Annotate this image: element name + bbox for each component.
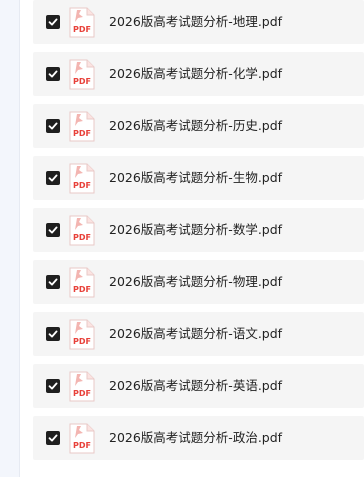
svg-text:PDF: PDF [73,389,91,398]
pdf-icon: PDF [69,59,95,90]
file-row[interactable]: PDF 2026版高考试题分析-历史.pdf [33,104,364,148]
file-checkbox[interactable] [46,431,60,445]
sidebar-edge [0,0,20,477]
file-row[interactable]: PDF 2026版高考试题分析-化学.pdf [33,52,364,96]
file-row[interactable]: PDF 2026版高考试题分析-语文.pdf [33,312,364,356]
svg-text:PDF: PDF [73,233,91,242]
file-checkbox[interactable] [46,223,60,237]
checkmark-icon [48,382,58,390]
pdf-icon: PDF [69,7,95,38]
svg-text:PDF: PDF [73,129,91,138]
pdf-icon: PDF [69,215,95,246]
file-checkbox[interactable] [46,15,60,29]
file-row[interactable]: PDF 2026版高考试题分析-生物.pdf [33,156,364,200]
file-name[interactable]: 2026版高考试题分析-物理.pdf [109,260,282,304]
file-row[interactable]: PDF 2026版高考试题分析-物理.pdf [33,260,364,304]
file-row[interactable]: PDF 2026版高考试题分析-数学.pdf [33,208,364,252]
pdf-icon: PDF [69,371,95,402]
file-checkbox[interactable] [46,379,60,393]
file-name[interactable]: 2026版高考试题分析-政治.pdf [109,416,282,460]
checkmark-icon [48,226,58,234]
pdf-icon: PDF [69,163,95,194]
file-name[interactable]: 2026版高考试题分析-历史.pdf [109,104,282,148]
file-row[interactable]: PDF 2026版高考试题分析-英语.pdf [33,364,364,408]
file-row[interactable]: PDF 2026版高考试题分析-政治.pdf [33,416,364,460]
file-list: PDF 2026版高考试题分析-地理.pdf PDF 2026版高考试题分析-化… [33,0,364,477]
checkmark-icon [48,18,58,26]
file-checkbox[interactable] [46,171,60,185]
checkmark-icon [48,174,58,182]
svg-text:PDF: PDF [73,181,91,190]
checkmark-icon [48,330,58,338]
svg-text:PDF: PDF [73,77,91,86]
checkmark-icon [48,70,58,78]
checkmark-icon [48,122,58,130]
file-name[interactable]: 2026版高考试题分析-化学.pdf [109,52,282,96]
pdf-icon: PDF [69,319,95,350]
file-name[interactable]: 2026版高考试题分析-英语.pdf [109,364,282,408]
svg-text:PDF: PDF [73,441,91,450]
file-checkbox[interactable] [46,327,60,341]
file-name[interactable]: 2026版高考试题分析-地理.pdf [109,0,282,44]
checkmark-icon [48,278,58,286]
pdf-icon: PDF [69,423,95,454]
file-name[interactable]: 2026版高考试题分析-生物.pdf [109,156,282,200]
file-name[interactable]: 2026版高考试题分析-语文.pdf [109,312,282,356]
file-name[interactable]: 2026版高考试题分析-数学.pdf [109,208,282,252]
svg-text:PDF: PDF [73,25,91,34]
svg-text:PDF: PDF [73,337,91,346]
pdf-icon: PDF [69,111,95,142]
file-row[interactable]: PDF 2026版高考试题分析-地理.pdf [33,0,364,44]
file-checkbox[interactable] [46,275,60,289]
pdf-icon: PDF [69,267,95,298]
file-checkbox[interactable] [46,119,60,133]
svg-text:PDF: PDF [73,285,91,294]
checkmark-icon [48,434,58,442]
file-checkbox[interactable] [46,67,60,81]
